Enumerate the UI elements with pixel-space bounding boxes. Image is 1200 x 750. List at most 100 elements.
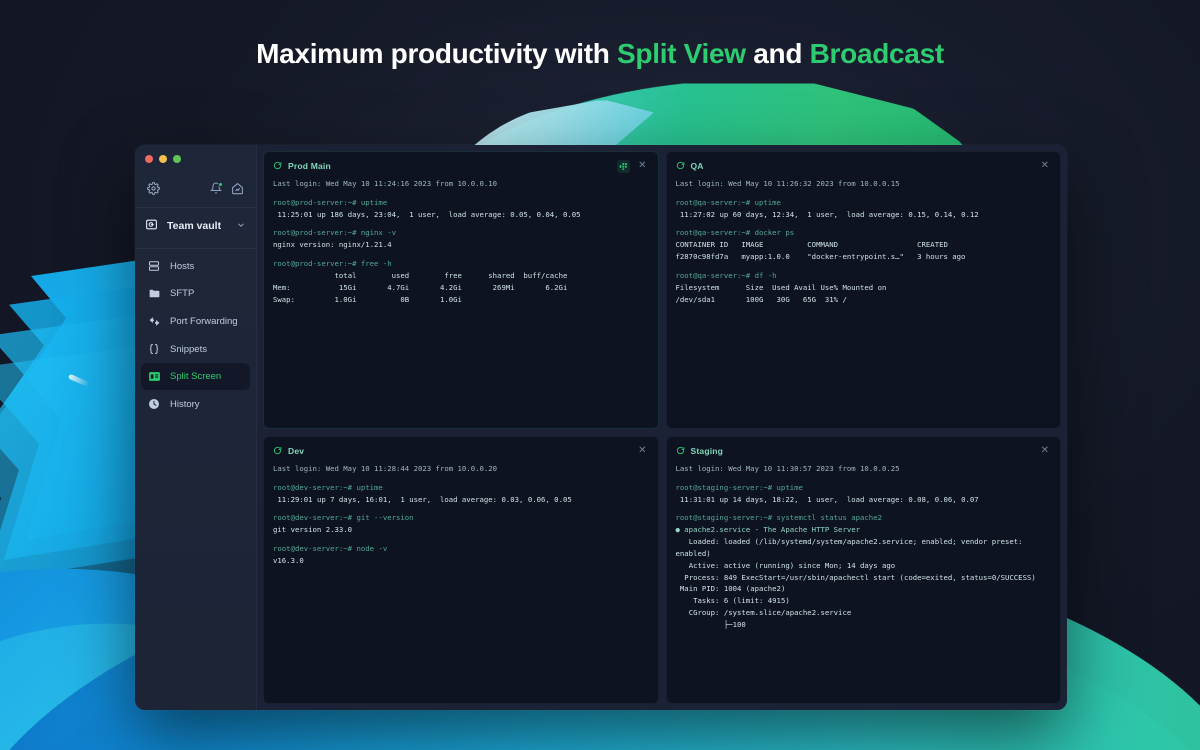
terminal-output: Last login: Wed May 10 11:24:16 2023 fro… xyxy=(273,178,649,305)
terminal-title: Staging xyxy=(690,446,724,456)
window-titlebar xyxy=(135,145,256,173)
braces-icon xyxy=(147,343,161,355)
page-headline: Maximum productivity with Split View and… xyxy=(0,38,1200,70)
terminal-line: git version 2.33.0 xyxy=(273,525,353,535)
terminal-status-icon xyxy=(273,157,282,175)
close-icon[interactable]: ✕ xyxy=(636,161,648,171)
terminal-panel-dev[interactable]: Dev ✕ Last login: Wed May 10 11:28:44 20… xyxy=(263,436,659,704)
server-icon xyxy=(147,260,161,272)
terminal-line: /dev/sda1 100G 30G 65G 31% / xyxy=(675,294,847,304)
terminal-header: Dev ✕ xyxy=(273,444,649,458)
chevron-down-icon[interactable] xyxy=(236,220,246,233)
gear-icon[interactable] xyxy=(147,181,160,195)
close-icon[interactable]: ✕ xyxy=(1039,161,1051,171)
team-vault-label: Team vault xyxy=(167,220,222,232)
terminal-line: CGroup: /system.slice/apache2.service xyxy=(675,607,852,617)
sidebar-item-split-screen[interactable]: Split Screen xyxy=(141,363,250,390)
terminal-line: Last login: Wed May 10 11:28:44 2023 fro… xyxy=(273,464,498,473)
terminal-line: Last login: Wed May 10 11:24:16 2023 fro… xyxy=(273,179,498,188)
sidebar-item-sftp[interactable]: SFTP xyxy=(141,280,250,307)
headline-part-1: Maximum productivity with xyxy=(256,38,618,69)
port-forwarding-icon xyxy=(147,315,161,328)
terminal-line: Main PID: 1004 (apache2) xyxy=(675,584,786,594)
broadcast-icon[interactable] xyxy=(617,159,631,173)
sidebar-item-label: Split Screen xyxy=(170,371,222,382)
close-window-button[interactable] xyxy=(145,155,153,163)
terminal-output: Last login: Wed May 10 11:26:32 2023 fro… xyxy=(676,178,1052,305)
notification-badge xyxy=(218,182,223,187)
bell-icon[interactable] xyxy=(210,182,223,194)
terminal-line: nginx version: nginx/1.21.4 xyxy=(273,240,392,250)
sidebar-item-label: Hosts xyxy=(170,260,195,272)
terminal-line: CONTAINER ID IMAGE COMMAND CREATED xyxy=(675,240,948,250)
terminal-line: 11:29:01 up 7 days, 16:01, 1 user, load … xyxy=(273,494,572,504)
sidebar-nav: Hosts SFTP Port Forwarding Snippets Spli… xyxy=(135,249,256,417)
sidebar-item-port-forwarding[interactable]: Port Forwarding xyxy=(141,308,250,335)
terminal-title: QA xyxy=(690,161,704,171)
sidebar-item-label: SFTP xyxy=(170,288,195,299)
terminal-line: Swap: 1.0Gi 0B 1.0Gi xyxy=(273,294,462,304)
terminal-line: root@staging-server:~# systemctl status … xyxy=(675,513,882,523)
sidebar-item-label: Snippets xyxy=(170,343,207,355)
headline-part-2: and xyxy=(745,38,810,69)
app-window: Team vault Hosts SFTP Port Forwarding Sn… xyxy=(135,145,1067,710)
terminal-line: Filesystem Size Used Avail Use% Mounted … xyxy=(675,282,887,292)
team-vault-selector[interactable]: Team vault xyxy=(135,208,256,244)
vault-icon xyxy=(145,218,158,234)
terminal-line: ├─100 xyxy=(675,619,746,629)
terminal-panel-prod-main[interactable]: Prod Main ✕ Last login: Wed May 10 11:24… xyxy=(263,151,659,429)
sidebar-item-label: History xyxy=(170,398,200,410)
terminal-line: total used free shared buff/cache xyxy=(273,270,568,280)
terminal-line: f2870c98fd7a myapp:1.0.0 "docker-entrypo… xyxy=(675,252,966,262)
terminal-line: 11:27:02 up 60 days, 12:34, 1 user, load… xyxy=(675,209,979,219)
terminal-line: root@qa-server:~# uptime xyxy=(675,197,781,207)
sidebar-item-hosts[interactable]: Hosts xyxy=(141,253,250,279)
headline-accent-split-view: Split View xyxy=(617,38,746,69)
close-icon[interactable]: ✕ xyxy=(1039,446,1051,456)
terminal-line: root@prod-server:~# uptime xyxy=(273,197,388,207)
terminal-line: Process: 849 ExecStart=/usr/sbin/apachec… xyxy=(675,572,1036,582)
terminal-status-icon xyxy=(273,442,282,460)
headline-accent-broadcast: Broadcast xyxy=(809,38,945,69)
terminal-header: QA ✕ xyxy=(676,159,1052,173)
terminal-line: Mem: 15Gi 4.7Gi 4.2Gi 269Mi 6.2Gi xyxy=(273,282,568,292)
terminal-status-icon xyxy=(676,157,685,175)
close-icon[interactable]: ✕ xyxy=(636,446,648,456)
sidebar: Team vault Hosts SFTP Port Forwarding Sn… xyxy=(135,145,257,710)
terminal-line: root@qa-server:~# df -h xyxy=(675,270,777,280)
terminal-title: Prod Main xyxy=(288,161,331,171)
terminal-line: 11:25:01 up 186 days, 23:04, 1 user, loa… xyxy=(273,209,581,219)
terminal-line: root@dev-server:~# node -v xyxy=(273,544,388,554)
terminal-line: root@qa-server:~# docker ps xyxy=(675,228,795,238)
sidebar-item-snippets[interactable]: Snippets xyxy=(141,336,250,362)
terminal-line: Last login: Wed May 10 11:30:57 2023 fro… xyxy=(675,464,900,473)
terminal-line: Active: active (running) since Mon; 14 d… xyxy=(675,560,896,570)
maximize-window-button[interactable] xyxy=(173,155,181,163)
terminal-output: Last login: Wed May 10 11:28:44 2023 fro… xyxy=(273,463,649,567)
terminal-panel-staging[interactable]: Staging ✕ Last login: Wed May 10 11:30:5… xyxy=(665,436,1061,704)
terminal-line: root@dev-server:~# uptime xyxy=(273,482,383,492)
terminal-panel-qa[interactable]: QA ✕ Last login: Wed May 10 11:26:32 202… xyxy=(665,151,1061,429)
terminal-line: 11:31:01 up 14 days, 18:22, 1 user, load… xyxy=(675,494,979,504)
folder-icon xyxy=(147,287,161,300)
terminal-line: root@prod-server:~# nginx -v xyxy=(273,228,397,238)
terminal-line: root@dev-server:~# git --version xyxy=(273,513,414,523)
terminal-line: Loaded: loaded (/lib/systemd/system/apac… xyxy=(675,537,1027,558)
minimize-window-button[interactable] xyxy=(159,155,167,163)
split-screen-grid: Prod Main ✕ Last login: Wed May 10 11:24… xyxy=(257,145,1067,710)
terminal-status-icon xyxy=(676,442,685,460)
clock-icon xyxy=(147,398,161,410)
home-icon[interactable] xyxy=(231,182,244,195)
split-screen-icon xyxy=(147,370,161,383)
terminal-output: Last login: Wed May 10 11:30:57 2023 fro… xyxy=(676,463,1052,631)
terminal-header: Staging ✕ xyxy=(676,444,1052,458)
sidebar-item-history[interactable]: History xyxy=(141,391,250,417)
